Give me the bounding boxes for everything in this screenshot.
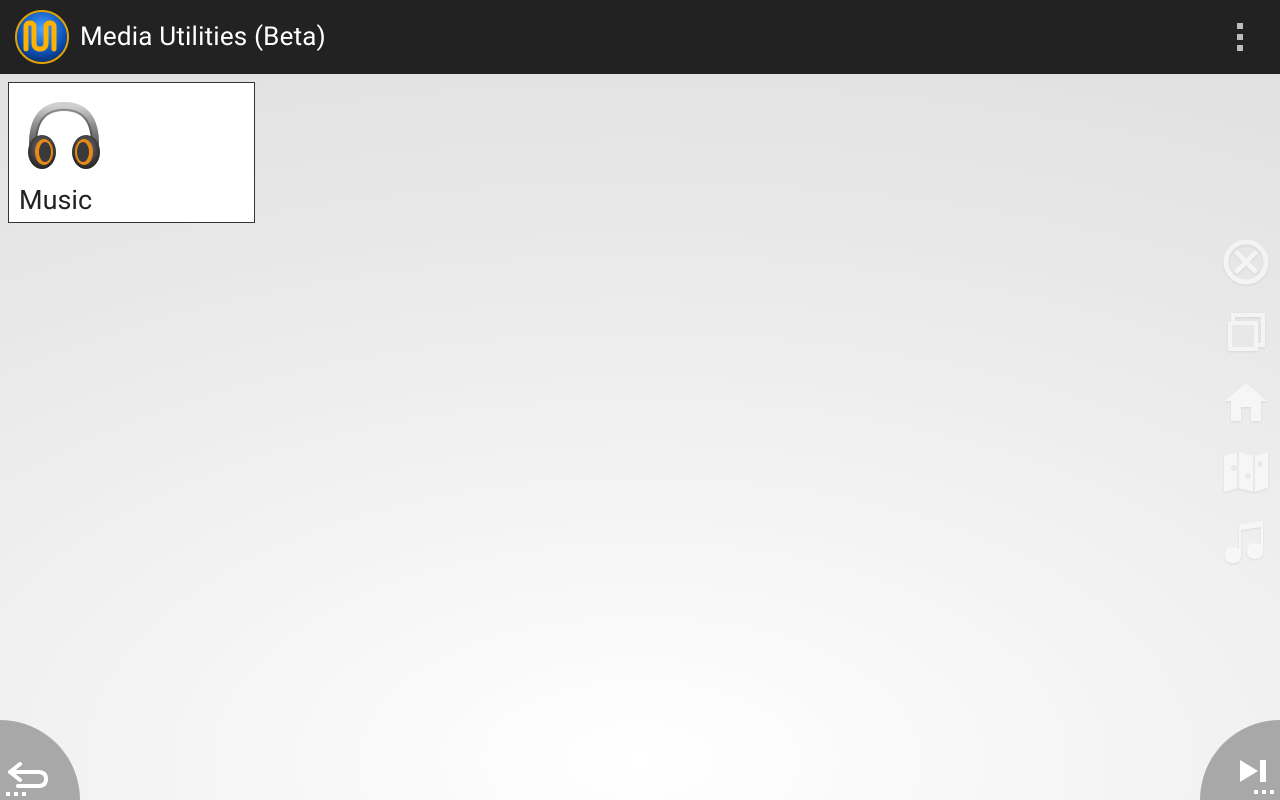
overflow-menu-button[interactable] [1216, 13, 1264, 61]
grid-item-label: Music [19, 184, 244, 218]
dots-icon [1254, 790, 1274, 794]
dots-icon [6, 792, 26, 796]
action-bar: Media Utilities (Beta) [0, 0, 1280, 74]
close-icon[interactable] [1220, 236, 1272, 288]
next-track-icon [1236, 756, 1274, 786]
map-icon[interactable] [1220, 446, 1272, 498]
side-toolbar [1220, 236, 1272, 568]
back-icon [6, 760, 50, 788]
app-logo-icon [12, 7, 72, 67]
home-icon[interactable] [1220, 376, 1272, 428]
headphones-icon [19, 89, 244, 184]
content-area: Music [0, 74, 1280, 800]
window-icon[interactable] [1220, 306, 1272, 358]
grid-item-music[interactable]: Music [8, 82, 255, 223]
app-title: Media Utilities (Beta) [80, 22, 326, 52]
music-icon[interactable] [1220, 516, 1272, 568]
